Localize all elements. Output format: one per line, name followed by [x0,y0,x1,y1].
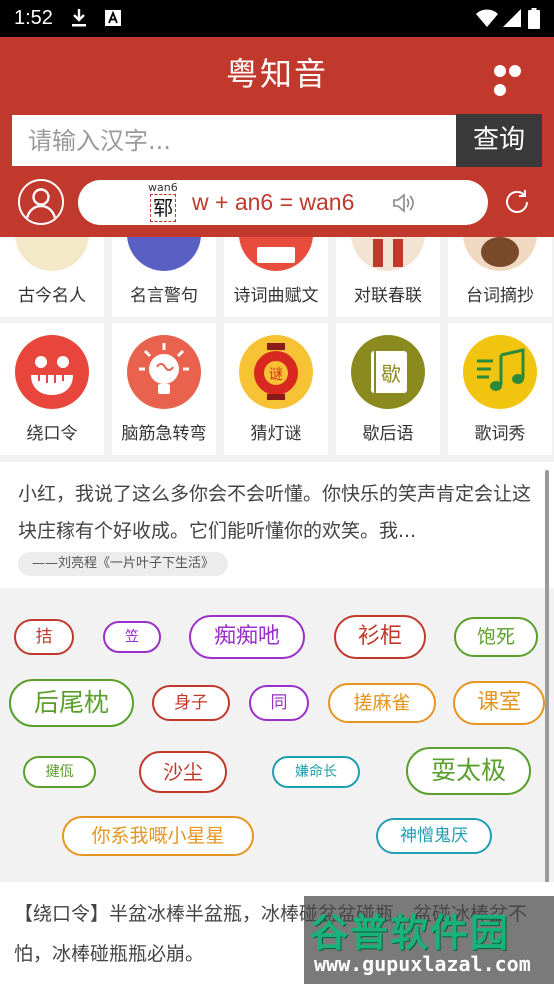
word-tag[interactable]: 痴痴吔 [189,615,305,659]
word-tag[interactable]: 揵佤 [23,756,96,788]
quote-text: 小红，我说了这么多你会不会听懂。你快乐的笑声肯定会让这块庄稼有个好收成。它们能听… [18,483,532,542]
book-icon: 歇 [351,335,425,409]
quote-person-icon [127,237,201,271]
category-label: 台词摘抄 [466,286,534,306]
search-input[interactable] [12,115,456,166]
category-label: 名言警句 [130,286,198,306]
category-tile[interactable]: 古今名人 [0,237,104,317]
lantern-icon: 谜 [239,335,313,409]
svg-text:谜: 谜 [269,367,283,383]
status-bar: 1:52 [0,0,554,37]
search-button[interactable]: 查询 [456,114,542,167]
word-tag[interactable]: 身子 [152,685,230,721]
user-icon [20,181,62,223]
pronunciation-bar: wan6 郓 w + an6 = wan6 [78,180,488,225]
category-label: 对联春联 [354,286,422,306]
avatar[interactable] [18,179,64,225]
watermark-text: 谷普软件园 [310,911,511,955]
couplet-icon [351,237,425,271]
category-tile[interactable]: 台词摘抄 [448,237,552,317]
word-tag[interactable]: 神憎鬼厌 [376,818,492,854]
category-label: 歌词秀 [474,424,526,444]
category-grid-row2: 绕口令 脑筋急转弯 谜 猜灯谜 歇 歇后语 歌词秀 [0,323,554,455]
word-tag[interactable]: 课室 [453,681,545,725]
category-grid-row1: 古今名人 名言警句 诗词曲赋文 对联春联 台词摘抄 [0,237,554,317]
battery-icon [528,8,540,29]
category-label: 诗词曲赋文 [233,286,319,306]
category-label: 猜灯谜 [250,424,302,444]
word-tag[interactable]: 拮 [14,619,74,655]
category-tile[interactable]: 歇 歇后语 [336,323,440,455]
word-tag[interactable]: 同 [249,685,309,721]
word-tag[interactable]: 衫柜 [334,615,426,659]
pinyin-annotation: wan6 [148,181,178,194]
category-label: 歇后语 [362,424,414,444]
music-note-icon [463,335,537,409]
app-notification-icon [105,10,121,26]
word-tag[interactable]: 搓麻雀 [328,683,436,723]
watermark-logo: 谷普软件园 www.gupuxlazal.com [304,896,554,984]
word-tag[interactable]: 耍太极 [406,747,531,795]
category-tile[interactable]: 诗词曲赋文 [224,237,328,317]
status-time: 1:52 [14,7,53,29]
celebrity-icon [15,237,89,271]
category-tile[interactable]: 绕口令 [0,323,104,455]
word-tag[interactable]: 沙尘 [139,751,227,793]
lightbulb-brain-icon [127,335,201,409]
category-tile[interactable]: 对联春联 [336,237,440,317]
category-tile[interactable]: 歌词秀 [448,323,552,455]
quote-source: ——刘亮程《一片叶子下生活》 [18,552,229,576]
watermark-url: www.gupuxlazal.com [314,952,531,976]
category-label: 古今名人 [18,286,86,306]
category-tile[interactable]: 脑筋急转弯 [112,323,216,455]
word-tag[interactable]: 嫌命长 [272,756,360,788]
pinyin-formula: w + an6 = wan6 [192,189,355,215]
app-title: 粤知音 [225,55,328,93]
speaker-icon[interactable] [392,192,418,214]
download-icon [72,9,86,27]
word-tag[interactable]: 饱死 [454,617,538,657]
svg-text:歇: 歇 [381,362,401,386]
category-tile[interactable]: 名言警句 [112,237,216,317]
laughing-face-icon [15,335,89,409]
category-label: 脑筋急转弯 [121,424,207,444]
character-box: 郓 [150,194,176,222]
signal-icon [503,9,521,27]
category-label: 绕口令 [26,424,78,444]
word-tag[interactable]: 你系我嘅小星星 [62,816,254,856]
refresh-icon[interactable] [502,187,532,217]
poetry-icon [239,237,313,271]
word-tag[interactable]: 笠 [103,621,161,653]
quote-card[interactable]: 小红，我说了这么多你会不会听懂。你快乐的笑声肯定会让这块庄稼有个好收成。它们能听… [0,462,554,588]
category-tile[interactable]: 谜 猜灯谜 [224,323,328,455]
word-tag[interactable]: 后尾枕 [9,679,134,727]
app-bar: 粤知音 查询 wan6 郓 w + an6 = wan6 [0,37,554,237]
film-reel-icon [463,237,537,271]
more-options-icon[interactable] [494,62,538,96]
wifi-icon [476,9,498,27]
word-tag-cloud: 拮 笠 痴痴吔 衫柜 饱死 后尾枕 身子 同 搓麻雀 课室 揵佤 沙尘 嫌命长 … [0,600,554,870]
